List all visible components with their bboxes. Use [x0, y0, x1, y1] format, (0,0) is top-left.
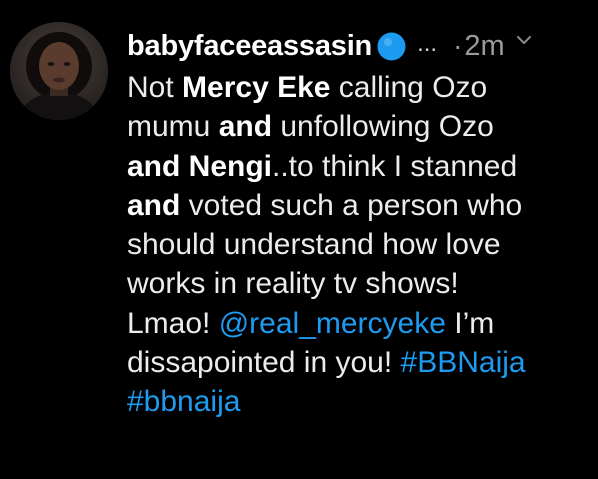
text-segment: calling Ozo: [330, 71, 488, 104]
tweet: babyfaceeassasin ... · 2m Not Mercy Eke …: [0, 0, 598, 479]
tweet-text: Not Mercy Eke calling Ozo mumu and unfoll…: [127, 68, 595, 422]
avatar[interactable]: [10, 22, 108, 120]
text-segment: dissapointed in you!: [127, 346, 401, 380]
tweet-text-line: and Nengi..to think I stanned: [127, 147, 595, 186]
tweet-text-line: #bbnaija: [127, 382, 595, 421]
hashtag-link[interactable]: #bbnaija: [127, 385, 240, 418]
tweet-header: babyfaceeassasin ... · 2m: [127, 22, 598, 70]
timestamp[interactable]: 2m: [464, 30, 504, 63]
bold-text: and: [127, 188, 181, 222]
text-segment: Lmao!: [127, 306, 219, 340]
tweet-text-line: works in reality tv shows!: [127, 264, 595, 303]
tweet-text-line: mumu and unfollowing Ozo: [127, 107, 595, 146]
tweet-text-line: dissapointed in you! #BBNaija: [127, 343, 595, 382]
text-segment: mumu: [127, 110, 219, 144]
text-segment: unfollowing Ozo: [272, 110, 494, 144]
tweet-text-line: Not Mercy Eke calling Ozo: [127, 68, 595, 107]
text-segment: should understand how love: [127, 228, 501, 262]
text-segment: ..to think I stanned: [272, 149, 518, 183]
tweet-text-line: and voted such a person who: [127, 186, 595, 225]
profile-photo: [10, 22, 108, 120]
text-segment: voted such a person who: [180, 188, 523, 222]
bold-text: and Nengi: [127, 149, 273, 183]
chevron-down-icon[interactable]: [515, 31, 533, 49]
text-segment: works in reality tv shows!: [127, 267, 459, 301]
separator-dot: ·: [453, 30, 463, 61]
text-segment: I’m: [445, 306, 495, 340]
tweet-text-line: should understand how love: [127, 225, 595, 264]
author-name[interactable]: babyfaceeassasin: [127, 30, 372, 63]
truncation-ellipsis: ...: [417, 30, 438, 57]
bold-text: Mercy Eke: [182, 71, 331, 104]
tweet-text-line: Lmao! @real_mercyeke I’m: [127, 304, 595, 343]
verified-badge-icon: [376, 31, 407, 62]
bold-text: and: [218, 110, 273, 144]
hashtag-link[interactable]: #BBNaija: [401, 346, 526, 379]
mention-link[interactable]: @real_mercyeke: [219, 307, 446, 340]
text-segment: Not: [127, 71, 183, 104]
